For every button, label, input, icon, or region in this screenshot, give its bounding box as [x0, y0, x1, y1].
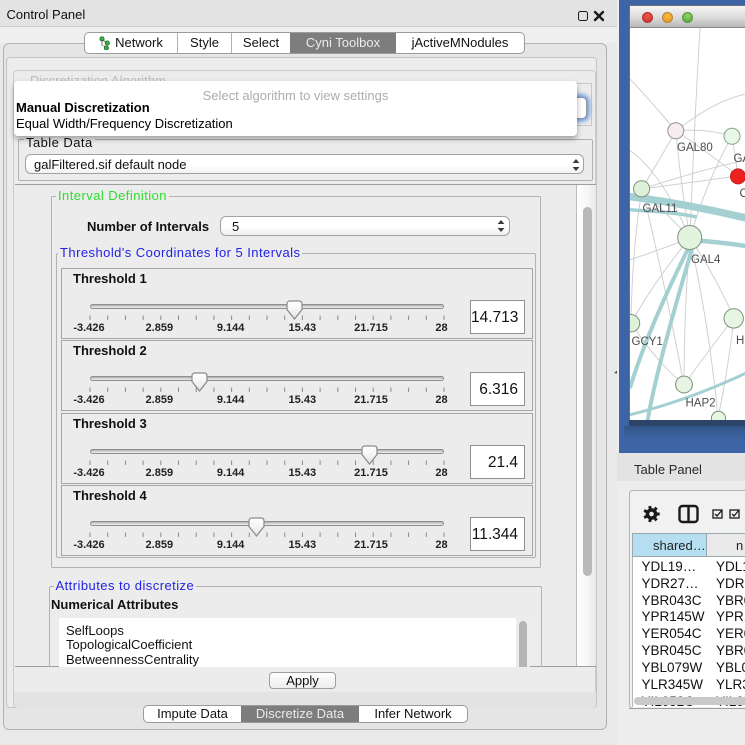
- svg-text:GAL11: GAL11: [643, 203, 678, 215]
- svg-text:H: H: [736, 335, 744, 347]
- svg-text:GAL80: GAL80: [677, 142, 713, 154]
- svg-text:GAL4: GAL4: [691, 254, 721, 266]
- svg-text:GAL: GAL: [734, 153, 745, 165]
- svg-text:HAP2: HAP2: [686, 398, 716, 410]
- svg-text:GCY1: GCY1: [632, 336, 663, 348]
- svg-text:CD: CD: [740, 188, 745, 200]
